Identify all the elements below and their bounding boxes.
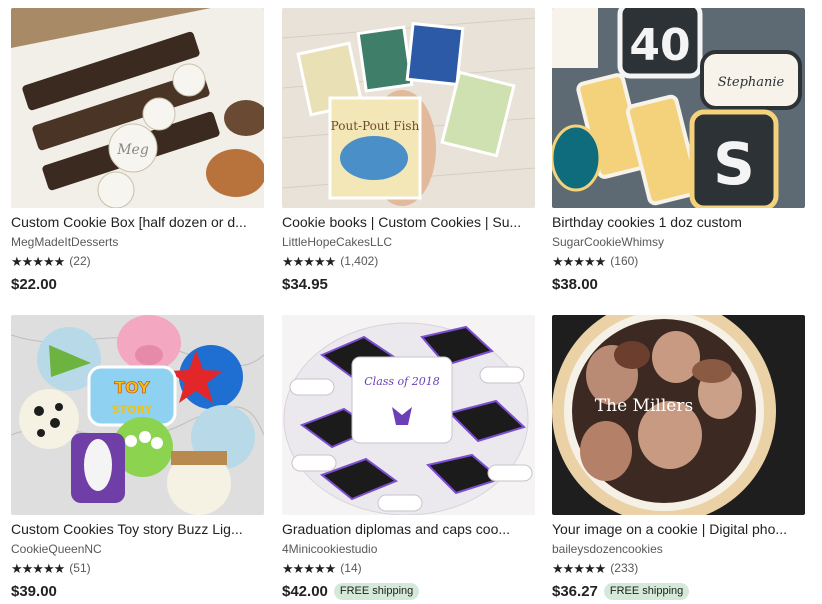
stars-text: ★★★★★ [552,253,606,269]
rating: ★★★★★ (1,402) [282,254,535,268]
price-row: $36.27 FREE shipping [552,582,805,601]
listing-card[interactable]: Meg Custom Cookie Box [half dozen or d..… [11,8,264,294]
box-label-text: Meg [116,142,149,158]
price: $34.95 [282,276,328,293]
rating: ★★★★★ (51) [11,561,264,575]
review-count: (14) [340,561,362,575]
listing-card[interactable]: TOY STORY Custom Cookies Toy story Buzz … [11,315,264,601]
price-row: $34.95 [282,275,535,294]
review-count: (51) [69,561,91,575]
star-rating-icon: ★★★★★ [282,253,336,269]
rating: ★★★★★ (22) [11,254,264,268]
review-count: (160) [610,254,639,268]
shop-name: LittleHopeCakesLLC [282,235,393,249]
listing-card[interactable]: Pout-Pout Fish Cookie books | Custom Coo… [282,8,535,294]
rating: ★★★★★ (14) [282,561,535,575]
price-row: $38.00 [552,275,805,294]
shop-name: CookieQueenNC [11,542,102,556]
price: $36.27 [552,583,598,600]
review-count: (233) [610,561,639,575]
listing-title[interactable]: Custom Cookies Toy story Buzz Lig... [11,521,264,537]
shop-name: 4Minicookiestudio [282,542,378,556]
listing-image[interactable]: 40 Stephanie S [552,8,805,208]
listing-grid: Meg Custom Cookie Box [half dozen or d..… [0,0,822,604]
listing-title[interactable]: Graduation diplomas and caps coo... [282,521,535,537]
free-shipping-badge: FREE shipping [603,583,690,600]
book-title-text: Pout-Pout Fish [331,119,420,133]
birthday-cookies-icon: 40 Stephanie S [552,8,805,208]
shop-name: MegMadeItDesserts [11,235,119,249]
price-row: $42.00 FREE shipping [282,582,535,601]
price-row: $39.00 [11,582,264,601]
shop-name: baileysdozencookies [552,542,663,556]
name-cookie-text: Stephanie [718,75,785,90]
free-shipping-badge: FREE shipping [333,583,420,600]
cookie-box-icon: Meg [11,8,264,208]
listing-card[interactable]: The Millers Your image on a cookie | Dig… [552,315,805,601]
review-count: (1,402) [340,254,379,268]
listing-title[interactable]: Birthday cookies 1 doz custom [552,214,805,230]
stars-text: ★★★★★ [282,253,336,269]
stars-text: ★★★★★ [11,253,65,269]
rating: ★★★★★ (160) [552,254,805,268]
price: $42.00 [282,583,328,600]
price: $22.00 [11,276,57,293]
star-rating-icon: ★★★★★ [11,560,65,576]
svg-text:S: S [713,130,755,198]
stars-text: ★★★★★ [282,560,336,576]
star-rating-icon: ★★★★★ [282,560,336,576]
svg-text:TOY: TOY [114,378,150,397]
listing-title[interactable]: Your image on a cookie | Digital pho... [552,521,805,537]
star-rating-icon: ★★★★★ [11,253,65,269]
star-rating-icon: ★★★★★ [552,560,606,576]
listing-image[interactable]: Meg [11,8,264,208]
listing-card[interactable]: Class of 2018 Graduation diplomas and ca… [282,315,535,601]
shop-name: SugarCookieWhimsy [552,235,665,249]
listing-title[interactable]: Cookie books | Custom Cookies | Su... [282,214,535,230]
svg-text:40: 40 [629,20,690,71]
star-rating-icon: ★★★★★ [552,253,606,269]
stars-text: ★★★★★ [11,560,65,576]
photo-cookie-icon: The Millers [552,315,805,515]
class-of-text: Class of 2018 [364,375,439,388]
svg-text:STORY: STORY [112,403,154,416]
book-cookies-icon: Pout-Pout Fish [282,8,535,208]
review-count: (22) [69,254,91,268]
listing-image[interactable]: Pout-Pout Fish [282,8,535,208]
listing-image[interactable]: TOY STORY [11,315,264,515]
listing-card[interactable]: 40 Stephanie S Birthday cookies 1 doz cu… [552,8,805,294]
toy-story-cookies-icon: TOY STORY [11,315,264,515]
price: $38.00 [552,276,598,293]
rating: ★★★★★ (233) [552,561,805,575]
stars-text: ★★★★★ [552,560,606,576]
listing-title[interactable]: Custom Cookie Box [half dozen or d... [11,214,264,230]
price: $39.00 [11,583,57,600]
family-name-text: The Millers [595,396,693,416]
listing-image[interactable]: Class of 2018 [282,315,535,515]
price-row: $22.00 [11,275,264,294]
listing-image[interactable]: The Millers [552,315,805,515]
graduation-cookies-icon: Class of 2018 [282,315,535,515]
